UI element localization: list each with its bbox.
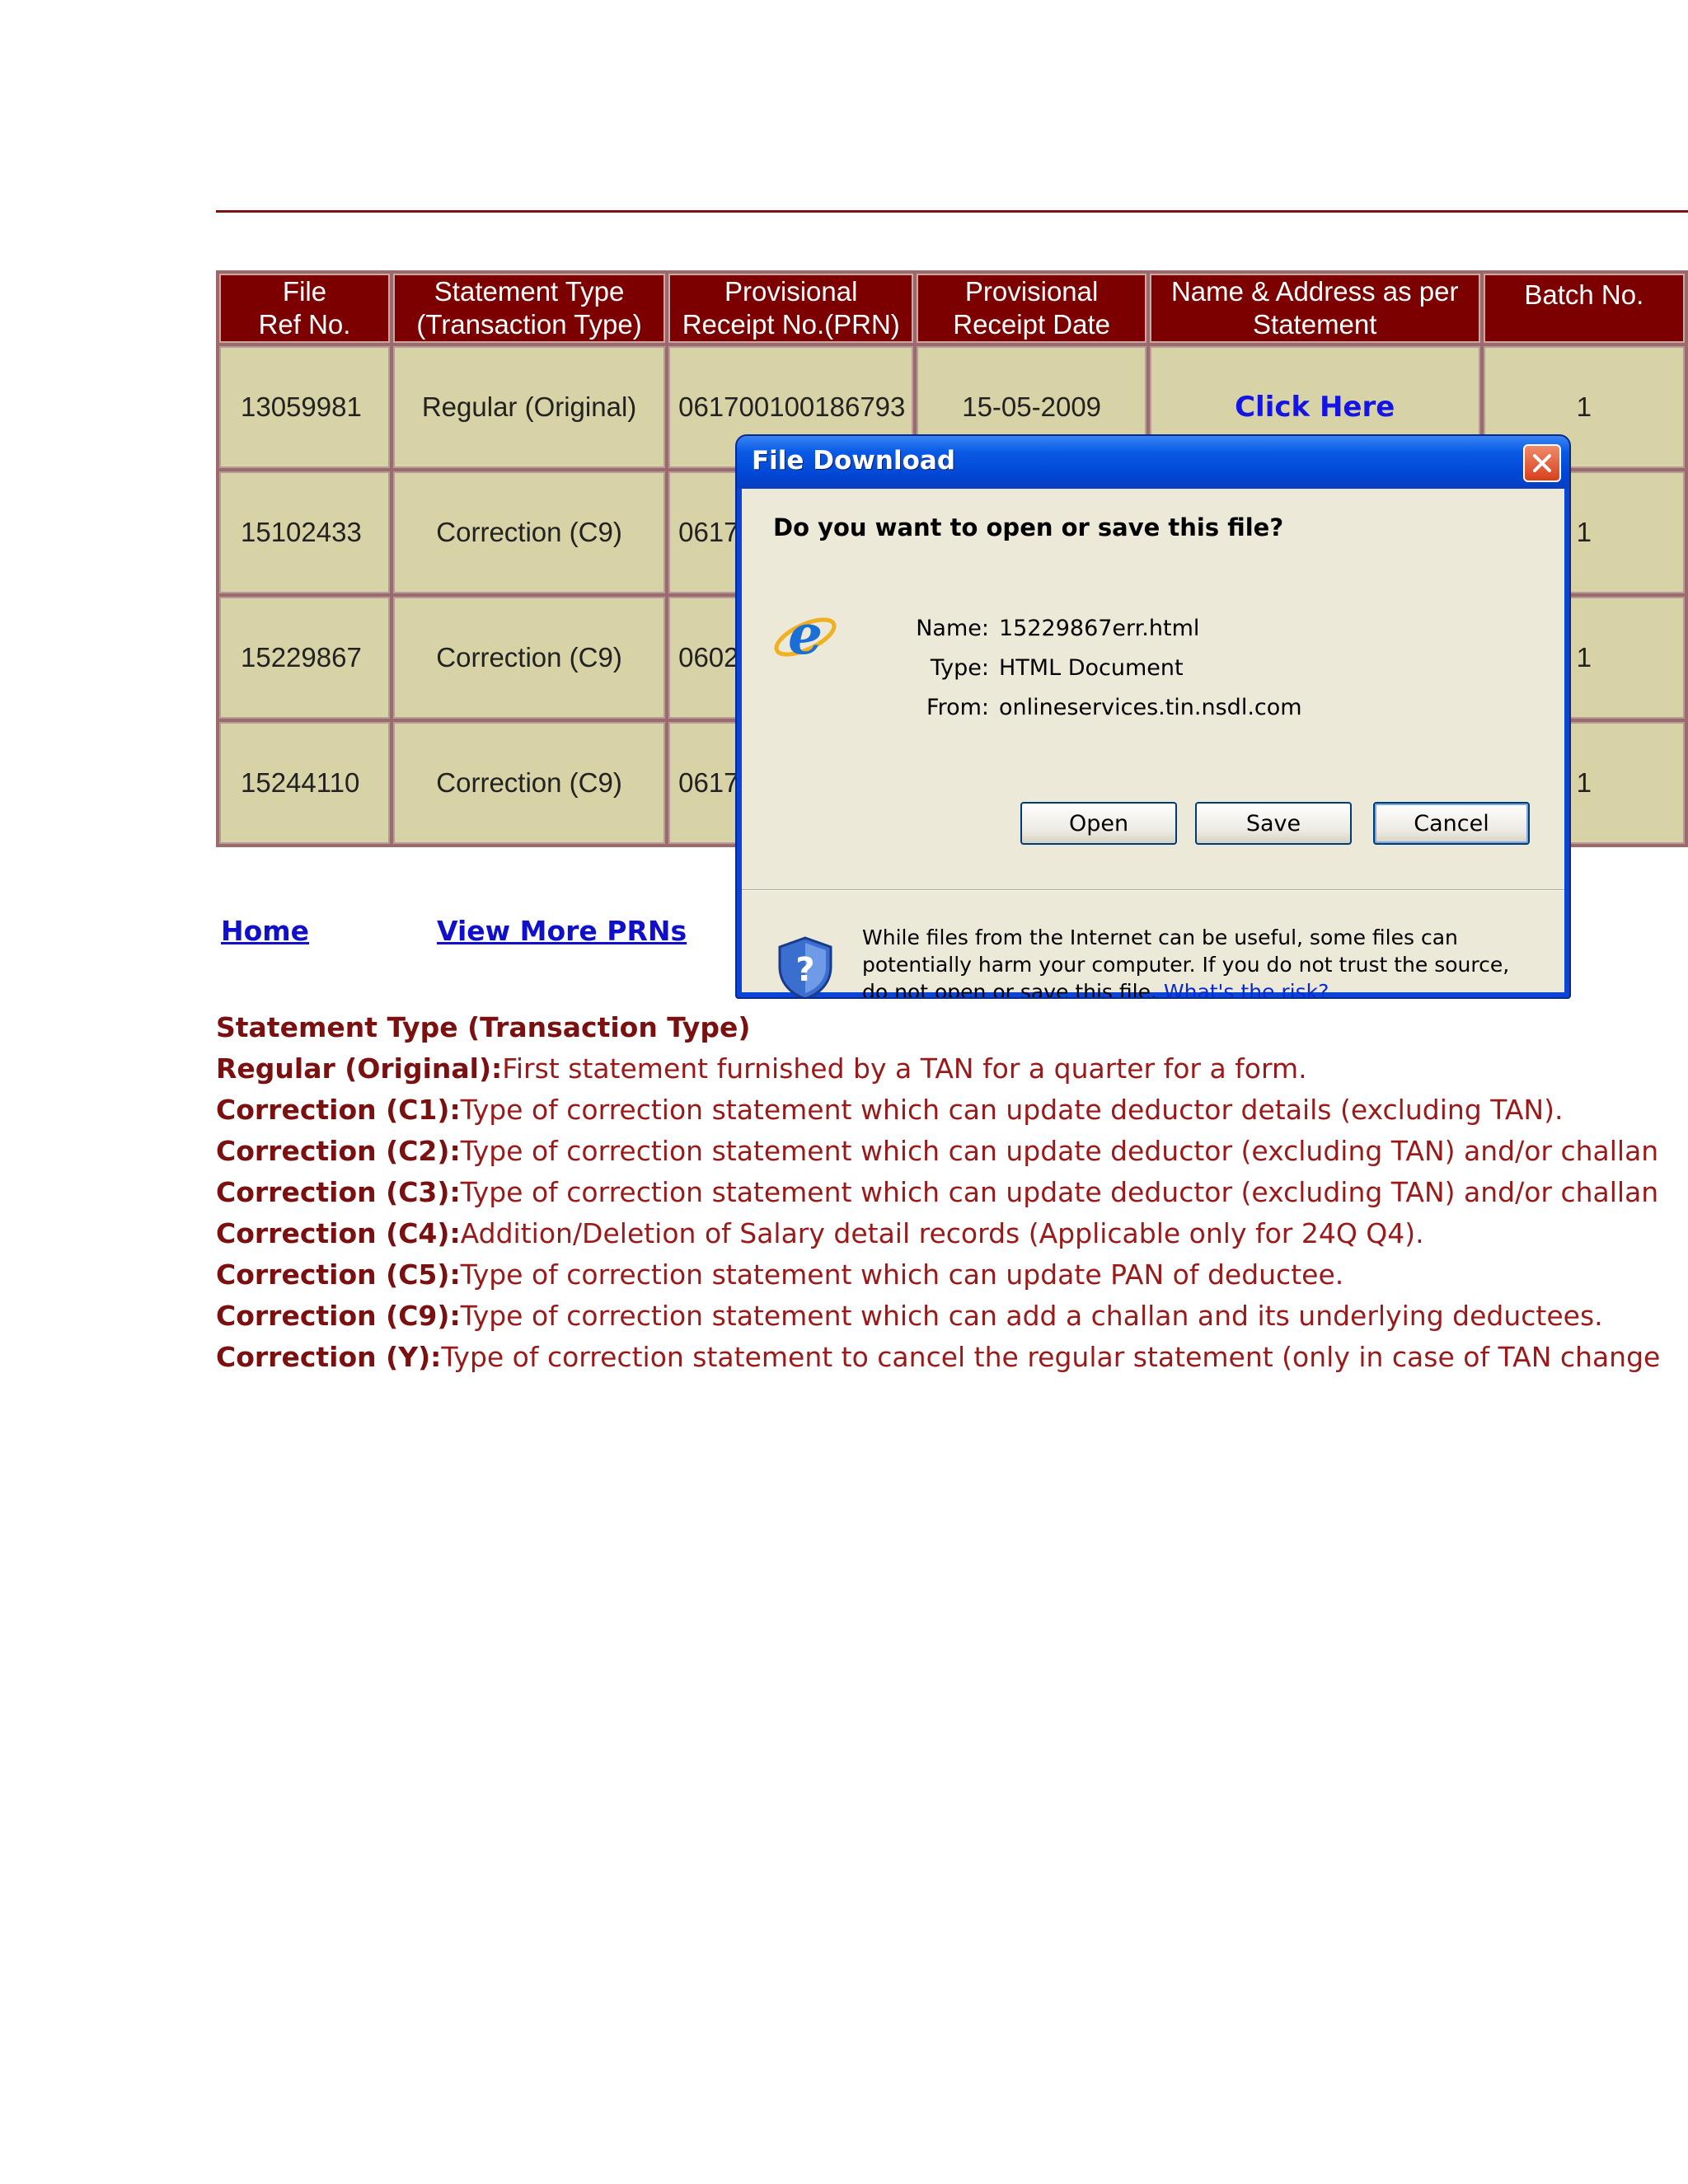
cancel-button[interactable]: Cancel	[1373, 802, 1530, 845]
internet-explorer-icon: e	[774, 602, 837, 667]
dialog-title: File Download	[752, 446, 956, 476]
type-label: Type:	[930, 655, 989, 681]
legend-item: Correction (C2):Type of correction state…	[216, 1135, 1659, 1167]
statement-type-cell: Correction (C9)	[393, 722, 666, 844]
file-ref-cell: 15229867	[219, 597, 391, 719]
dialog-question: Do you want to open or save this file?	[773, 513, 1284, 541]
file-ref-cell: 15244110	[219, 722, 391, 844]
name-label: Name:	[916, 616, 989, 641]
click-here-link[interactable]: Click Here	[1235, 391, 1395, 424]
file-info-values: 15229867err.html HTML Document onlineser…	[999, 609, 1302, 728]
file-ref-cell: 13059981	[219, 346, 391, 468]
page-content: File Ref No. Statement Type (Transaction T…	[0, 0, 1688, 2184]
home-link-wrap: Home	[221, 915, 309, 947]
legend-item: Correction (C9):Type of correction state…	[216, 1300, 1603, 1332]
file-name: 15229867err.html	[999, 616, 1200, 641]
file-type: HTML Document	[999, 655, 1184, 681]
svg-text:?: ?	[795, 951, 814, 989]
dialog-titlebar[interactable]: File Download	[737, 436, 1569, 489]
legend-item: Correction (Y):Type of correction statem…	[216, 1341, 1661, 1373]
file-info-labels: Name: Type: From:	[857, 609, 989, 728]
statement-type-legend: Statement Type (Transaction Type) Regula…	[216, 1007, 1688, 1378]
view-more-link-wrap: View More PRNs	[437, 915, 687, 947]
legend-item: Correction (C5):Type of correction state…	[216, 1258, 1344, 1291]
save-button[interactable]: Save	[1195, 802, 1352, 845]
dialog-body: Do you want to open or save this file? e…	[742, 489, 1564, 997]
file-ref-cell: 15102433	[219, 471, 391, 593]
legend-item: Correction (C1):Type of correction state…	[216, 1094, 1564, 1126]
close-icon	[1533, 454, 1551, 472]
security-shield-icon: ?	[778, 936, 832, 997]
legend-item: Regular (Original):First statement furni…	[216, 1052, 1307, 1085]
statement-type-cell: Correction (C9)	[393, 597, 666, 719]
header-statement-type: Statement Type (Transaction Type)	[393, 274, 666, 343]
dialog-separator	[742, 889, 1564, 891]
table-header-row: File Ref No. Statement Type (Transaction T…	[219, 274, 1685, 343]
header-file-ref: File Ref No.	[219, 274, 391, 343]
legend-heading: Statement Type (Transaction Type)	[216, 1011, 751, 1043]
legend-item: Correction (C3):Type of correction state…	[216, 1176, 1659, 1208]
statement-type-cell: Regular (Original)	[393, 346, 666, 468]
file-download-dialog: File Download Do you want to open or sav…	[735, 434, 1571, 999]
top-divider	[216, 210, 1688, 213]
home-link[interactable]: Home	[221, 915, 309, 947]
file-source: onlineservices.tin.nsdl.com	[999, 695, 1302, 720]
header-name-address: Name & Address as per Statement	[1149, 274, 1480, 343]
security-warning: While files from the Internet can be use…	[862, 924, 1538, 997]
whats-the-risk-link[interactable]: What's the risk?	[1164, 980, 1329, 997]
view-more-prns-link[interactable]: View More PRNs	[437, 915, 687, 947]
legend-item: Correction (C4):Addition/Deletion of Sal…	[216, 1217, 1424, 1249]
header-prn: Provisional Receipt No.(PRN)	[668, 274, 914, 343]
from-label: From:	[926, 695, 989, 720]
header-batch-no: Batch No.	[1483, 274, 1685, 343]
close-button[interactable]	[1523, 444, 1561, 482]
header-receipt-date: Provisional Receipt Date	[917, 274, 1146, 343]
svg-text:e: e	[788, 602, 823, 667]
open-button[interactable]: Open	[1020, 802, 1177, 845]
statement-type-cell: Correction (C9)	[393, 471, 666, 593]
